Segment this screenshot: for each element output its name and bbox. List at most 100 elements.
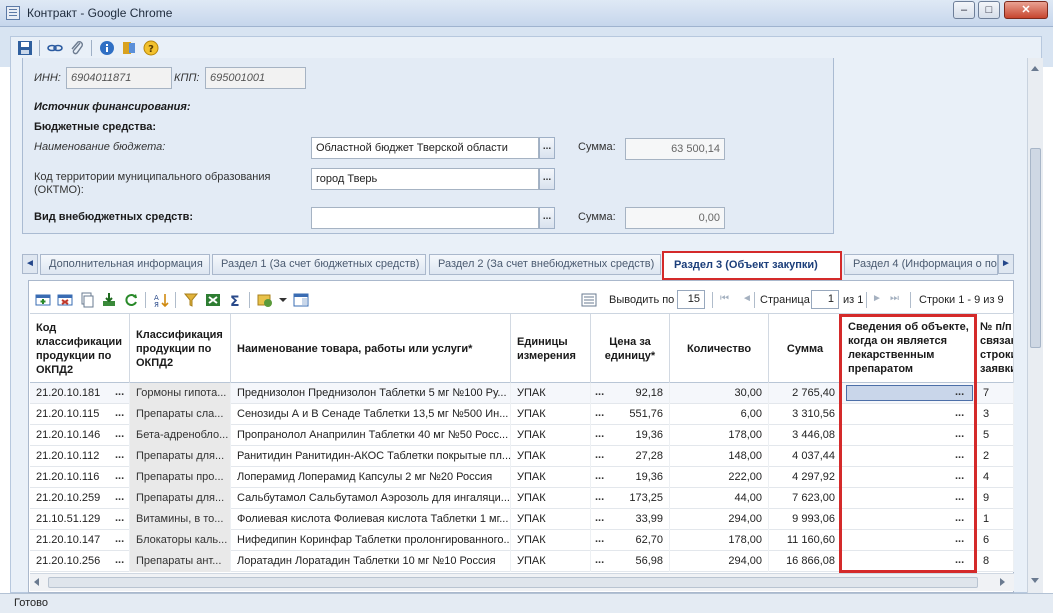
import-icon[interactable]	[101, 292, 117, 308]
cell-linked-row[interactable]: 8	[977, 551, 1014, 572]
cell-unit[interactable]: УПАК	[511, 509, 591, 530]
scroll-left-icon[interactable]	[34, 578, 39, 586]
cell-okpd2-class[interactable]: Блокаторы каль...	[130, 530, 231, 551]
close-window-button[interactable]: ✕	[1004, 1, 1048, 19]
oktmo-field[interactable]: город Тверь	[311, 168, 539, 190]
table-row[interactable]: 21.20.10.147 Блокаторы каль... Нифедипин К…	[30, 530, 1014, 551]
code-select-button[interactable]: ...	[115, 533, 124, 545]
scroll-down-icon[interactable]	[1031, 578, 1039, 583]
cell-item-name[interactable]: Преднизолон Преднизолон Таблетки 5 мг №1…	[231, 383, 511, 404]
vertical-scroll-thumb[interactable]	[1030, 148, 1041, 348]
cell-unit[interactable]: УПАК	[511, 425, 591, 446]
code-select-button[interactable]: ...	[115, 428, 124, 440]
cell-sum[interactable]: 9 993,06	[769, 509, 842, 530]
info-icon[interactable]	[99, 40, 115, 56]
cell-linked-row[interactable]: 1	[977, 509, 1014, 530]
cell-sum[interactable]: 4 297,92	[769, 467, 842, 488]
cell-sum[interactable]: 11 160,60	[769, 530, 842, 551]
cell-okpd2-class[interactable]: Препараты про...	[130, 467, 231, 488]
table-row[interactable]: 21.20.10.146 Бета-адренобло... Пропранолол…	[30, 425, 1014, 446]
unit-select-button[interactable]: ...	[595, 512, 604, 524]
medicine-info-select-button[interactable]: ...	[955, 470, 964, 482]
code-select-button[interactable]: ...	[115, 407, 124, 419]
tab-additional-info[interactable]: Дополнительная информация	[40, 254, 210, 275]
cell-quantity[interactable]: 294,00	[670, 551, 769, 572]
cell-sum[interactable]: 2 765,40	[769, 383, 842, 404]
unit-select-button[interactable]: ...	[595, 533, 604, 545]
unit-select-button[interactable]: ...	[595, 470, 604, 482]
refresh-icon[interactable]	[123, 292, 139, 308]
medicine-info-select-button[interactable]: ...	[955, 533, 964, 545]
medicine-info-select-button[interactable]: ...	[955, 491, 964, 503]
table-row[interactable]: 21.20.10.181 Гормоны гипота... Преднизолон…	[30, 383, 1014, 404]
code-select-button[interactable]: ...	[115, 554, 124, 566]
cell-linked-row[interactable]: 4	[977, 467, 1014, 488]
column-header-sum[interactable]: Сумма	[769, 314, 842, 383]
cell-okpd2-class[interactable]: Препараты для...	[130, 488, 231, 509]
code-select-button[interactable]: ...	[115, 512, 124, 524]
cell-linked-row[interactable]: 2	[977, 446, 1014, 467]
filter-icon[interactable]	[183, 292, 199, 308]
cell-linked-row[interactable]: 6	[977, 530, 1014, 551]
column-header-okpd2-class[interactable]: Классификация продукции по ОКПД2	[130, 314, 231, 383]
tab-section-3[interactable]: Раздел 3 (Объект закупки)	[662, 251, 842, 280]
cell-quantity[interactable]: 178,00	[670, 425, 769, 446]
code-select-button[interactable]: ...	[115, 491, 124, 503]
kpp-field[interactable]: 695001001	[205, 67, 306, 89]
excel-export-icon[interactable]	[205, 292, 221, 308]
first-page-icon[interactable]: ⏮	[720, 293, 729, 304]
medicine-info-select-button[interactable]: ...	[955, 407, 964, 419]
cell-item-name[interactable]: Лоперамид Лоперамид Капсулы 2 мг №20 Рос…	[231, 467, 511, 488]
cell-unit[interactable]: УПАК	[511, 467, 591, 488]
extra-budget-select-button[interactable]: ...	[539, 207, 555, 229]
cell-unit[interactable]: УПАК	[511, 551, 591, 572]
table-row[interactable]: 21.20.10.256 Препараты ант... Лоратадин Ло…	[30, 551, 1014, 572]
minimize-button[interactable]: –	[953, 1, 975, 19]
cell-item-name[interactable]: Сальбутамол Сальбутамол Аэрозоль для инг…	[231, 488, 511, 509]
extra-budget-field[interactable]	[311, 207, 539, 229]
maximize-button[interactable]: □	[978, 1, 1000, 19]
exit-icon[interactable]	[121, 40, 137, 56]
code-select-button[interactable]: ...	[115, 449, 124, 461]
cell-item-name[interactable]: Фолиевая кислота Фолиевая кислота Таблет…	[231, 509, 511, 530]
cell-unit[interactable]: УПАК	[511, 488, 591, 509]
cell-quantity[interactable]: 6,00	[670, 404, 769, 425]
unit-select-button[interactable]: ...	[595, 407, 604, 419]
medicine-info-select-button[interactable]: ...	[955, 449, 964, 461]
tab-section-4[interactable]: Раздел 4 (Информация о пос	[844, 254, 998, 275]
cell-sum[interactable]: 4 037,44	[769, 446, 842, 467]
tab-section-1[interactable]: Раздел 1 (За счет бюджетных средств)	[212, 254, 426, 275]
vertical-scrollbar[interactable]	[1027, 58, 1043, 593]
next-page-icon[interactable]: ►	[872, 293, 882, 304]
cell-item-name[interactable]: Ранитидин Ранитидин-АКОС Таблетки покрыт…	[231, 446, 511, 467]
cell-unit[interactable]: УПАК	[511, 446, 591, 467]
cell-quantity[interactable]: 148,00	[670, 446, 769, 467]
inn-field[interactable]: 6904011871	[66, 67, 172, 89]
medicine-info-select-button[interactable]: ...	[955, 512, 964, 524]
cell-item-name[interactable]: Пропранолол Анаприлин Таблетки 40 мг №50…	[231, 425, 511, 446]
cell-linked-row[interactable]: 5	[977, 425, 1014, 446]
column-header-item-name[interactable]: Наименование товара, работы или услуги*	[231, 314, 511, 383]
chevron-down-icon[interactable]	[275, 292, 291, 308]
page-number-input[interactable]: 1	[811, 290, 839, 309]
oktmo-select-button[interactable]: ...	[539, 168, 555, 190]
cell-quantity[interactable]: 222,00	[670, 467, 769, 488]
cell-quantity[interactable]: 30,00	[670, 383, 769, 404]
cell-item-name[interactable]: Сенозиды А и В Сенаде Таблетки 13,5 мг №…	[231, 404, 511, 425]
budget-name-select-button[interactable]: ...	[539, 137, 555, 159]
page-size-input[interactable]: 15	[677, 290, 705, 309]
copy-icon[interactable]	[79, 292, 95, 308]
cell-linked-row[interactable]: 7	[977, 383, 1014, 404]
medicine-info-select-button[interactable]: ...	[955, 554, 964, 566]
columns-settings-icon[interactable]	[257, 292, 273, 308]
last-page-icon[interactable]: ⏭	[890, 293, 899, 304]
selected-cell-editor[interactable]	[846, 385, 973, 401]
cell-sum[interactable]: 3 310,56	[769, 404, 842, 425]
tabs-scroll-right-icon[interactable]: ►	[998, 254, 1014, 274]
unit-select-button[interactable]: ...	[595, 554, 604, 566]
medicine-info-select-button[interactable]: ...	[955, 386, 964, 398]
cell-linked-row[interactable]: 9	[977, 488, 1014, 509]
column-header-unit[interactable]: Единицы измерения	[511, 314, 591, 383]
cell-okpd2-class[interactable]: Витамины, в то...	[130, 509, 231, 530]
attach-icon[interactable]	[69, 40, 85, 56]
